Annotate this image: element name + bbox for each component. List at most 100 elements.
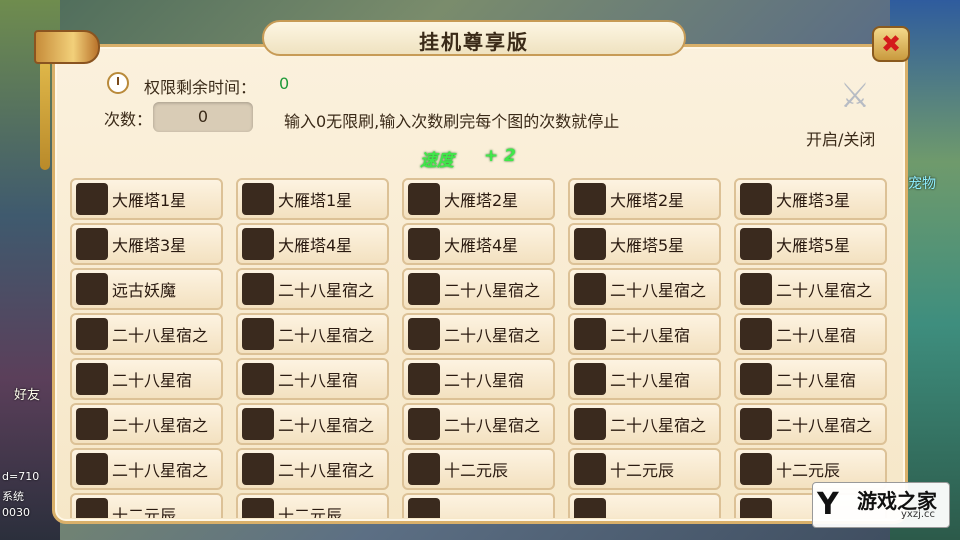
stage-cell[interactable]: 二十八星宿之 [236, 313, 389, 355]
stage-checkbox[interactable] [242, 318, 274, 350]
stage-checkbox[interactable] [740, 453, 772, 485]
count-input[interactable]: 0 [153, 102, 253, 132]
clock-icon [107, 72, 129, 94]
stage-cell[interactable]: 十二元辰 [236, 493, 389, 518]
stage-name: 十二元辰 [112, 506, 177, 518]
stage-name: 大雁塔5星 [610, 236, 685, 255]
stage-cell[interactable]: 二十八星宿之 [70, 313, 223, 355]
stage-cell[interactable]: 二十八星宿 [734, 313, 887, 355]
stage-checkbox[interactable] [408, 318, 440, 350]
stage-checkbox[interactable] [76, 498, 108, 518]
stage-cell[interactable]: 二十八星宿之 [402, 313, 555, 355]
stage-checkbox[interactable] [740, 273, 772, 305]
stage-name: 二十八星宿 [610, 326, 691, 345]
stage-cell[interactable]: 二十八星宿 [70, 358, 223, 400]
stage-cell[interactable]: 大雁塔5星 [734, 223, 887, 265]
background-left-scene [0, 0, 60, 540]
stage-cell[interactable]: 二十八星宿之 [70, 403, 223, 445]
stage-cell[interactable]: 十二元辰 [568, 448, 721, 490]
stage-cell[interactable]: 二十八星宿之 [236, 448, 389, 490]
stage-cell[interactable]: 远古妖魔 [70, 268, 223, 310]
stage-cell[interactable]: 二十八星宿之 [236, 268, 389, 310]
speed-value[interactable]: + 2 [484, 146, 516, 166]
stage-checkbox[interactable] [242, 453, 274, 485]
system-chat-tab[interactable]: 系统 [2, 488, 24, 504]
stage-cell[interactable]: 大雁塔2星 [402, 178, 555, 220]
stage-checkbox[interactable] [740, 318, 772, 350]
stage-name: 二十八星宿之 [444, 416, 541, 435]
stage-checkbox[interactable] [76, 228, 108, 260]
toggle-label[interactable]: 开启/关闭 [806, 126, 875, 150]
stage-cell[interactable]: 大雁塔2星 [568, 178, 721, 220]
stage-cell[interactable]: 大雁塔1星 [70, 178, 223, 220]
stage-cell[interactable]: 大雁塔5星 [568, 223, 721, 265]
stage-checkbox[interactable] [242, 183, 274, 215]
stage-cell[interactable]: 大雁塔4星 [402, 223, 555, 265]
stage-cell[interactable]: 二十八星宿之 [734, 268, 887, 310]
pet-button[interactable]: 宠物 [902, 175, 942, 193]
stage-cell[interactable] [402, 493, 555, 518]
stage-checkbox[interactable] [76, 453, 108, 485]
stage-cell[interactable]: 大雁塔3星 [70, 223, 223, 265]
stage-checkbox[interactable] [242, 363, 274, 395]
stage-checkbox[interactable] [740, 408, 772, 440]
stage-cell[interactable]: 二十八星宿之 [402, 403, 555, 445]
stage-cell[interactable] [568, 493, 721, 518]
stage-cell[interactable]: 二十八星宿之 [236, 403, 389, 445]
stage-checkbox[interactable] [408, 183, 440, 215]
stage-checkbox[interactable] [740, 363, 772, 395]
stage-name: 二十八星宿 [444, 371, 525, 390]
stage-checkbox[interactable] [76, 183, 108, 215]
stage-cell[interactable]: 二十八星宿之 [568, 403, 721, 445]
stage-name: 十二元辰 [278, 506, 343, 518]
close-button[interactable]: ✖ [872, 26, 910, 62]
stage-checkbox[interactable] [408, 498, 440, 518]
stage-cell[interactable]: 大雁塔1星 [236, 178, 389, 220]
stage-name: 二十八星宿 [610, 371, 691, 390]
stage-cell[interactable]: 二十八星宿 [402, 358, 555, 400]
crossed-swords-icon[interactable]: ⚔ [832, 76, 878, 116]
stage-checkbox[interactable] [574, 363, 606, 395]
friends-button[interactable]: 好友 [14, 384, 40, 403]
stage-checkbox[interactable] [242, 498, 274, 518]
stage-name: 二十八星宿之 [112, 416, 209, 435]
stage-cell[interactable]: 十二元辰 [70, 493, 223, 518]
chat-line: d=710 [2, 470, 40, 483]
stage-cell[interactable]: 二十八星宿之 [402, 268, 555, 310]
stage-checkbox[interactable] [574, 273, 606, 305]
stage-cell[interactable]: 二十八星宿之 [70, 448, 223, 490]
stage-cell[interactable]: 二十八星宿 [236, 358, 389, 400]
count-hint: 输入0无限刷,输入次数刷完每个图的次数就停止 [284, 112, 620, 131]
stage-checkbox[interactable] [76, 273, 108, 305]
stage-checkbox[interactable] [574, 453, 606, 485]
stage-checkbox[interactable] [242, 273, 274, 305]
stage-cell[interactable]: 二十八星宿 [734, 358, 887, 400]
stage-cell[interactable]: 二十八星宿之 [568, 268, 721, 310]
stage-checkbox[interactable] [574, 498, 606, 518]
stage-checkbox[interactable] [408, 363, 440, 395]
stage-checkbox[interactable] [574, 408, 606, 440]
stage-checkbox[interactable] [408, 408, 440, 440]
stage-checkbox[interactable] [408, 273, 440, 305]
stage-cell[interactable]: 大雁塔3星 [734, 178, 887, 220]
stage-cell[interactable]: 二十八星宿 [568, 313, 721, 355]
stage-cell[interactable]: 二十八星宿之 [734, 403, 887, 445]
stage-cell[interactable]: 二十八星宿 [568, 358, 721, 400]
stage-checkbox[interactable] [242, 228, 274, 260]
stage-checkbox[interactable] [574, 228, 606, 260]
stage-checkbox[interactable] [408, 453, 440, 485]
stage-checkbox[interactable] [408, 228, 440, 260]
stage-checkbox[interactable] [740, 183, 772, 215]
stage-checkbox[interactable] [76, 318, 108, 350]
stage-name: 大雁塔4星 [278, 236, 353, 255]
stage-checkbox[interactable] [740, 228, 772, 260]
stage-checkbox[interactable] [242, 408, 274, 440]
stage-cell[interactable]: 十二元辰 [402, 448, 555, 490]
stage-checkbox[interactable] [574, 183, 606, 215]
stage-grid: 大雁塔1星 大雁塔1星 大雁塔2星 大雁塔2星 大雁塔3星 大雁塔3星 大雁塔4星 大雁塔4星… [70, 178, 890, 518]
stage-checkbox[interactable] [574, 318, 606, 350]
stage-checkbox[interactable] [76, 408, 108, 440]
stage-cell[interactable]: 大雁塔4星 [236, 223, 389, 265]
stage-checkbox[interactable] [76, 363, 108, 395]
stage-checkbox[interactable] [740, 498, 772, 518]
